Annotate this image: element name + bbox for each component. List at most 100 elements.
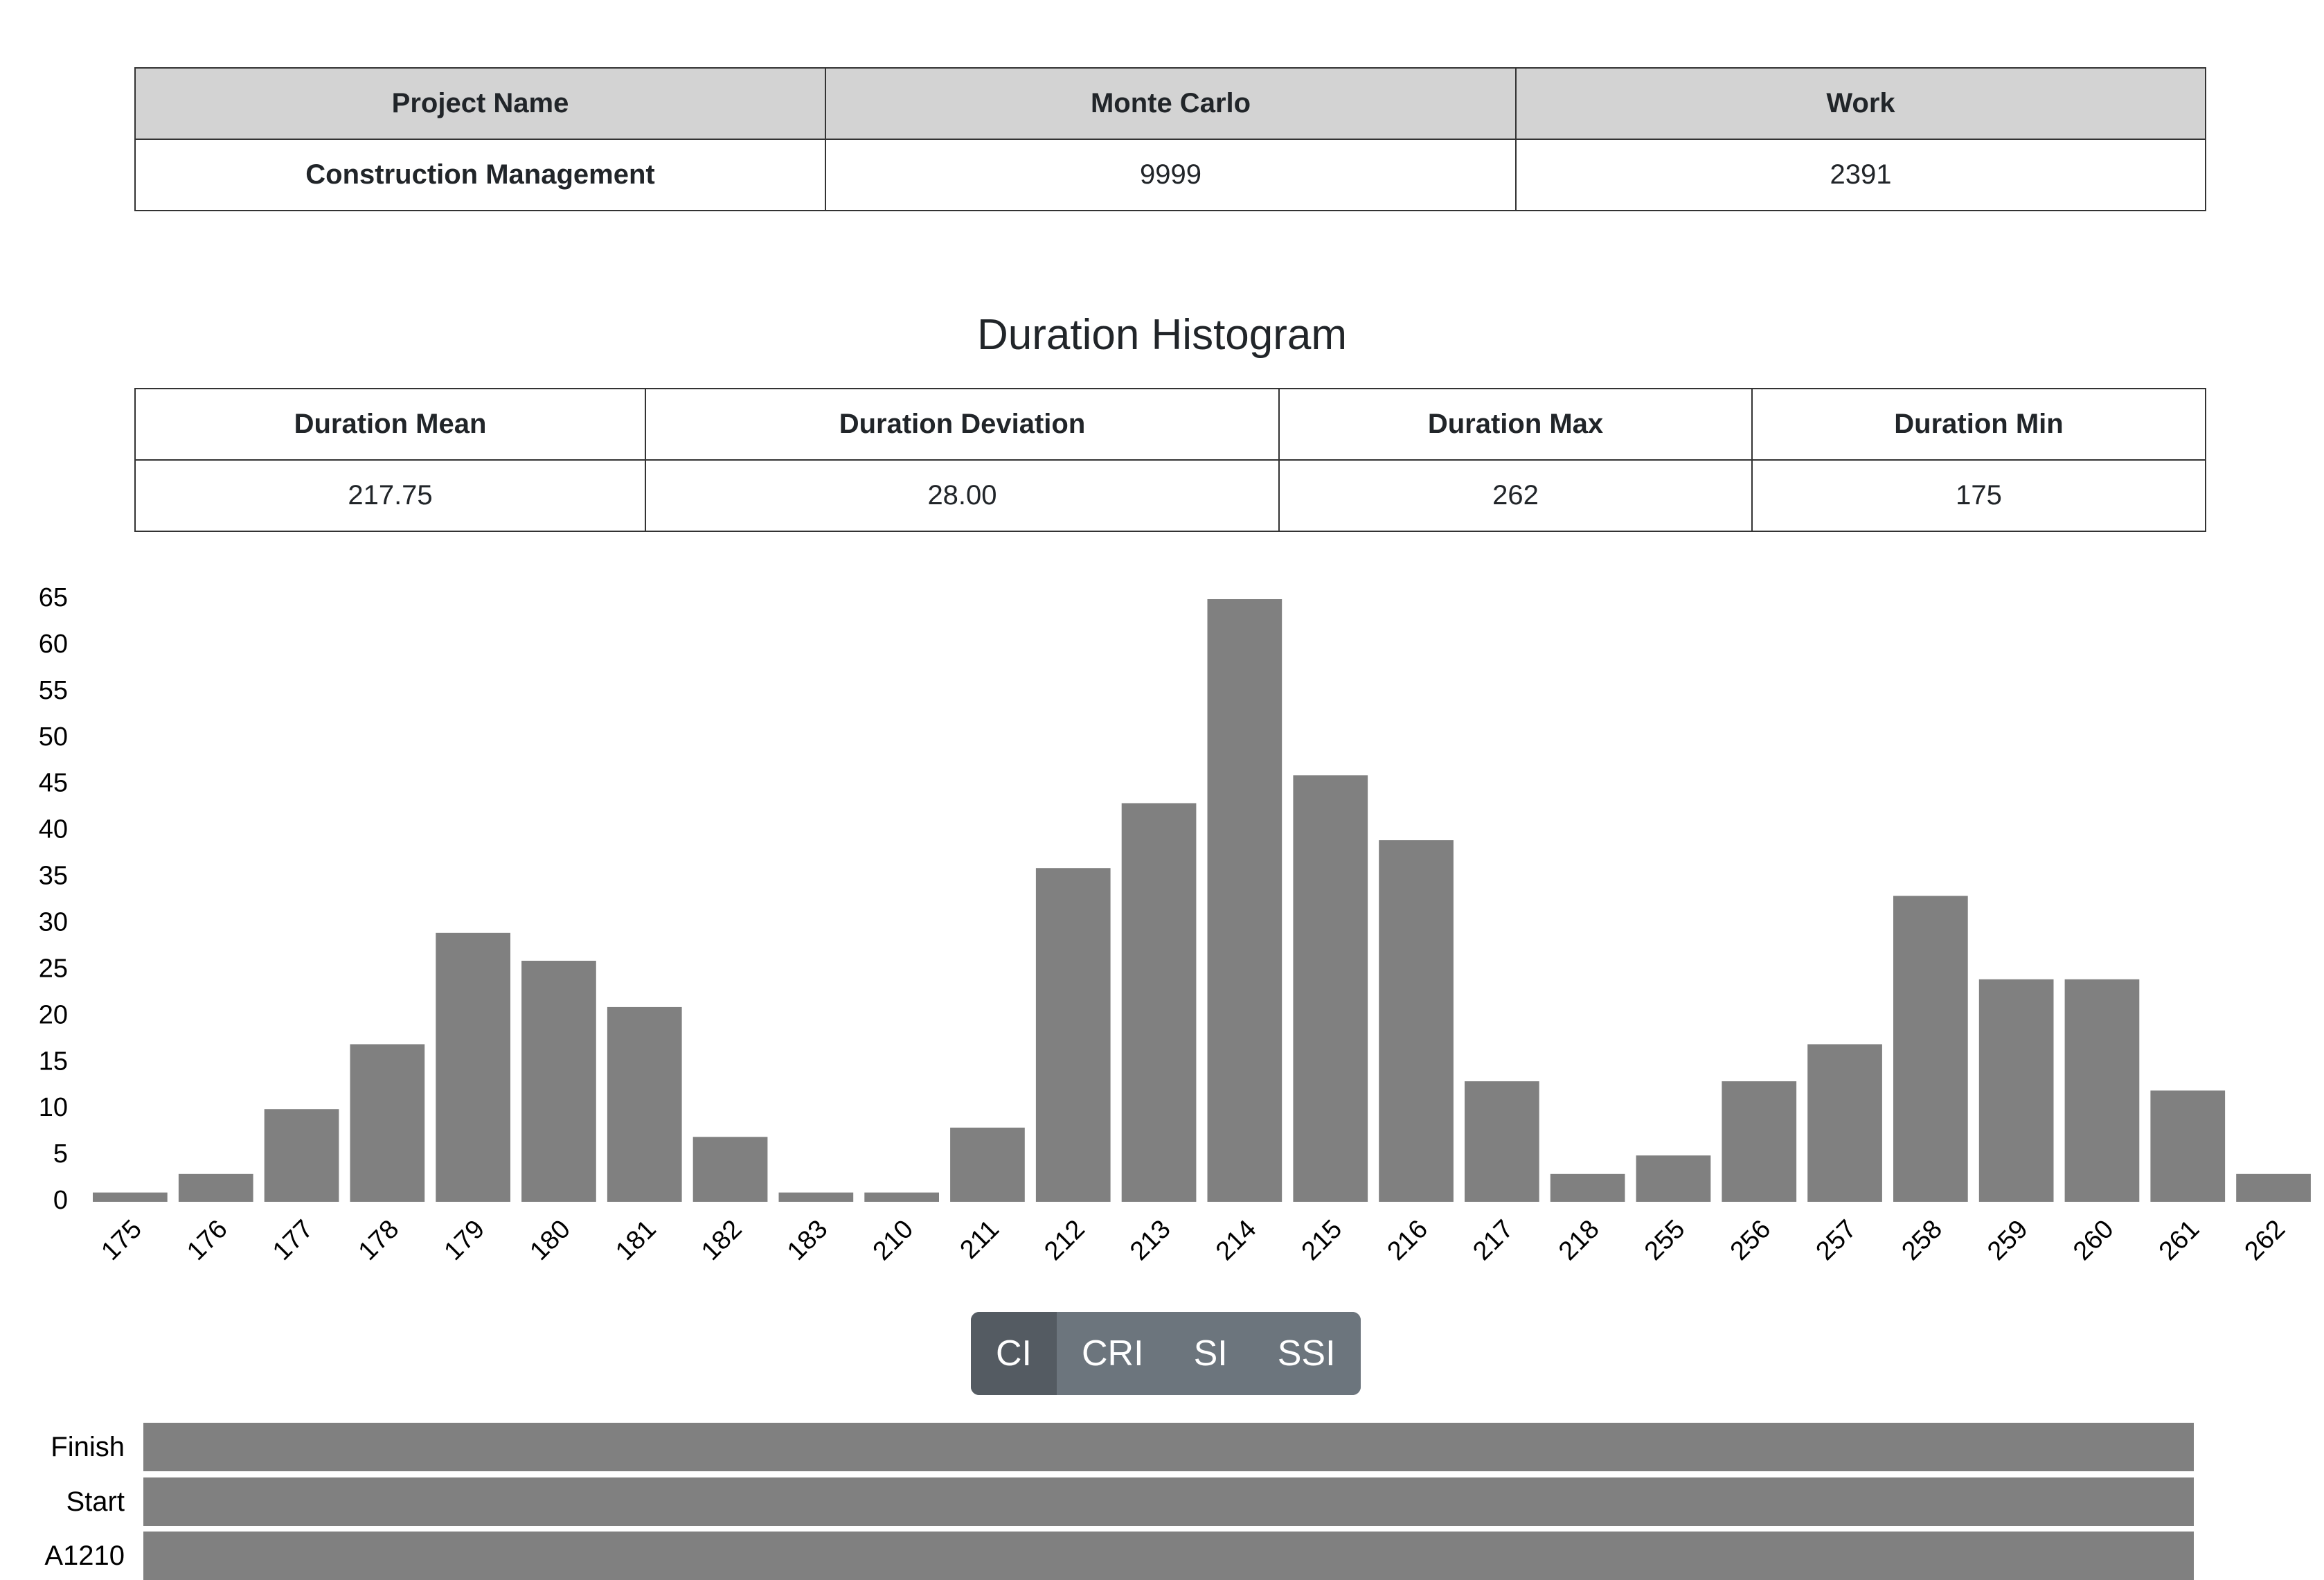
histogram-bar[interactable] — [264, 1109, 339, 1202]
y-tick-label: 60 — [39, 630, 68, 659]
criticality-bar — [143, 1532, 2194, 1580]
criticality-index-toggle: CI CRI SI SSI — [971, 1312, 1361, 1395]
histogram-bar[interactable] — [1035, 868, 1111, 1202]
histogram-bar[interactable] — [93, 1192, 168, 1202]
x-tick-label: 212 — [1039, 1214, 1091, 1266]
table-row: Construction Management 9999 2391 — [134, 139, 2206, 211]
column-header-duration-deviation: Duration Deviation — [645, 388, 1280, 461]
ci-button[interactable]: CI — [971, 1312, 1057, 1395]
x-tick-label: 258 — [1896, 1214, 1948, 1266]
y-tick-label: 35 — [39, 862, 68, 891]
criticality-row-start: Start — [0, 1477, 2324, 1526]
histogram-bar[interactable] — [2064, 979, 2140, 1202]
x-tick-label: 256 — [1725, 1214, 1777, 1266]
ssi-button[interactable]: SSI — [1252, 1312, 1361, 1395]
histogram-bar[interactable] — [2236, 1173, 2311, 1202]
criticality-bar — [143, 1477, 2194, 1526]
y-tick-label: 15 — [39, 1047, 68, 1076]
y-tick-label: 65 — [39, 583, 68, 612]
histogram-bar[interactable] — [350, 1044, 425, 1202]
histogram-bar[interactable] — [1636, 1155, 1711, 1202]
histogram-bar[interactable] — [1465, 1081, 1539, 1202]
x-tick-label: 261 — [2154, 1214, 2206, 1266]
duration-histogram-chart: 05101520253035404550556065 175 176 177 178 1… — [39, 583, 2311, 1266]
histogram-bar[interactable] — [521, 961, 596, 1202]
project-summary-table: Project Name Monte Carlo Work Constructi… — [134, 67, 2206, 211]
x-tick-label: 260 — [2068, 1214, 2120, 1266]
y-tick-label: 55 — [39, 676, 68, 705]
column-header-project-name: Project Name — [134, 67, 826, 140]
criticality-row-label: A1210 — [44, 1541, 125, 1571]
x-tick-label: 176 — [181, 1214, 233, 1266]
y-tick-label: 30 — [39, 907, 68, 937]
histogram-bar[interactable] — [1807, 1044, 1882, 1202]
monte-carlo-cell: 9999 — [825, 139, 1517, 211]
y-tick-label: 5 — [53, 1139, 68, 1169]
x-tick-label: 255 — [1639, 1214, 1691, 1266]
criticality-bar — [143, 1423, 2194, 1471]
duration-min-cell: 175 — [1751, 459, 2206, 532]
histogram-bar[interactable] — [436, 932, 510, 1202]
criticality-row-label: Finish — [51, 1432, 125, 1462]
table-row: 217.75 28.00 262 175 — [134, 459, 2206, 532]
histogram-bar[interactable] — [950, 1127, 1025, 1202]
table-header-row: Project Name Monte Carlo Work — [134, 67, 2206, 140]
duration-deviation-cell: 28.00 — [645, 459, 1280, 532]
x-tick-label: 179 — [439, 1214, 491, 1266]
histogram-bar[interactable] — [1379, 840, 1454, 1202]
histogram-bar[interactable] — [1293, 775, 1368, 1202]
x-tick-label: 216 — [1382, 1214, 1434, 1266]
x-tick-label: 210 — [868, 1214, 920, 1266]
y-tick-label: 45 — [39, 769, 68, 798]
x-tick-label: 218 — [1553, 1214, 1605, 1266]
criticality-row-a1210: A1210 — [0, 1532, 2324, 1580]
column-header-duration-max: Duration Max — [1278, 388, 1753, 461]
cri-button[interactable]: CRI — [1057, 1312, 1169, 1395]
x-tick-label: 181 — [610, 1214, 662, 1266]
histogram-bar[interactable] — [1207, 599, 1282, 1202]
histogram-bar[interactable] — [1893, 896, 1968, 1202]
x-tick-label: 214 — [1210, 1214, 1262, 1266]
histogram-bar[interactable] — [178, 1173, 253, 1202]
histogram-bar[interactable] — [607, 1006, 682, 1202]
column-header-monte-carlo: Monte Carlo — [825, 67, 1517, 140]
si-button[interactable]: SI — [1168, 1312, 1253, 1395]
x-tick-label: 257 — [1811, 1214, 1863, 1266]
x-tick-label: 177 — [267, 1214, 319, 1266]
criticality-row-label: Start — [66, 1486, 125, 1517]
y-tick-label: 10 — [39, 1093, 68, 1122]
histogram-bars — [93, 599, 2311, 1202]
y-axis: 0 5 10 15 20 25 30 35 40 45 50 55 60 65 — [39, 583, 68, 1215]
histogram-bar[interactable] — [1978, 979, 2054, 1202]
x-tick-label: 178 — [353, 1214, 405, 1266]
criticality-row-finish: Finish — [0, 1423, 2324, 1471]
histogram-title: Duration Histogram — [976, 311, 1348, 359]
histogram-bar[interactable] — [1550, 1173, 1625, 1202]
y-tick-label: 40 — [39, 815, 68, 844]
x-tick-label: 213 — [1125, 1214, 1177, 1266]
x-tick-label: 215 — [1296, 1214, 1348, 1266]
x-axis: 175 176 177 178 179 180 181 182 183 210 211 212 213 2… — [96, 1214, 2291, 1266]
y-tick-label: 20 — [39, 1000, 68, 1029]
column-header-duration-min: Duration Min — [1751, 388, 2206, 461]
histogram-bar[interactable] — [864, 1192, 939, 1202]
column-header-duration-mean: Duration Mean — [134, 388, 646, 461]
work-cell: 2391 — [1515, 139, 2206, 211]
duration-stats-table: Duration Mean Duration Deviation Duratio… — [134, 388, 2206, 532]
histogram-bar[interactable] — [2150, 1090, 2226, 1202]
x-tick-label: 175 — [96, 1214, 148, 1266]
duration-max-cell: 262 — [1278, 459, 1753, 532]
duration-mean-cell: 217.75 — [134, 459, 646, 532]
x-tick-label: 259 — [1982, 1214, 2034, 1266]
histogram-bar[interactable] — [692, 1137, 768, 1202]
x-tick-label: 211 — [954, 1214, 1005, 1265]
histogram-bar[interactable] — [1121, 803, 1197, 1202]
histogram-bar[interactable] — [1722, 1081, 1797, 1202]
histogram-bar[interactable] — [778, 1192, 854, 1202]
x-tick-label: 217 — [1467, 1214, 1519, 1266]
column-header-work: Work — [1515, 67, 2206, 140]
x-tick-label: 180 — [524, 1214, 576, 1266]
table-header-row: Duration Mean Duration Deviation Duratio… — [134, 388, 2206, 461]
x-tick-label: 182 — [696, 1214, 748, 1266]
project-name-cell: Construction Management — [134, 139, 826, 211]
